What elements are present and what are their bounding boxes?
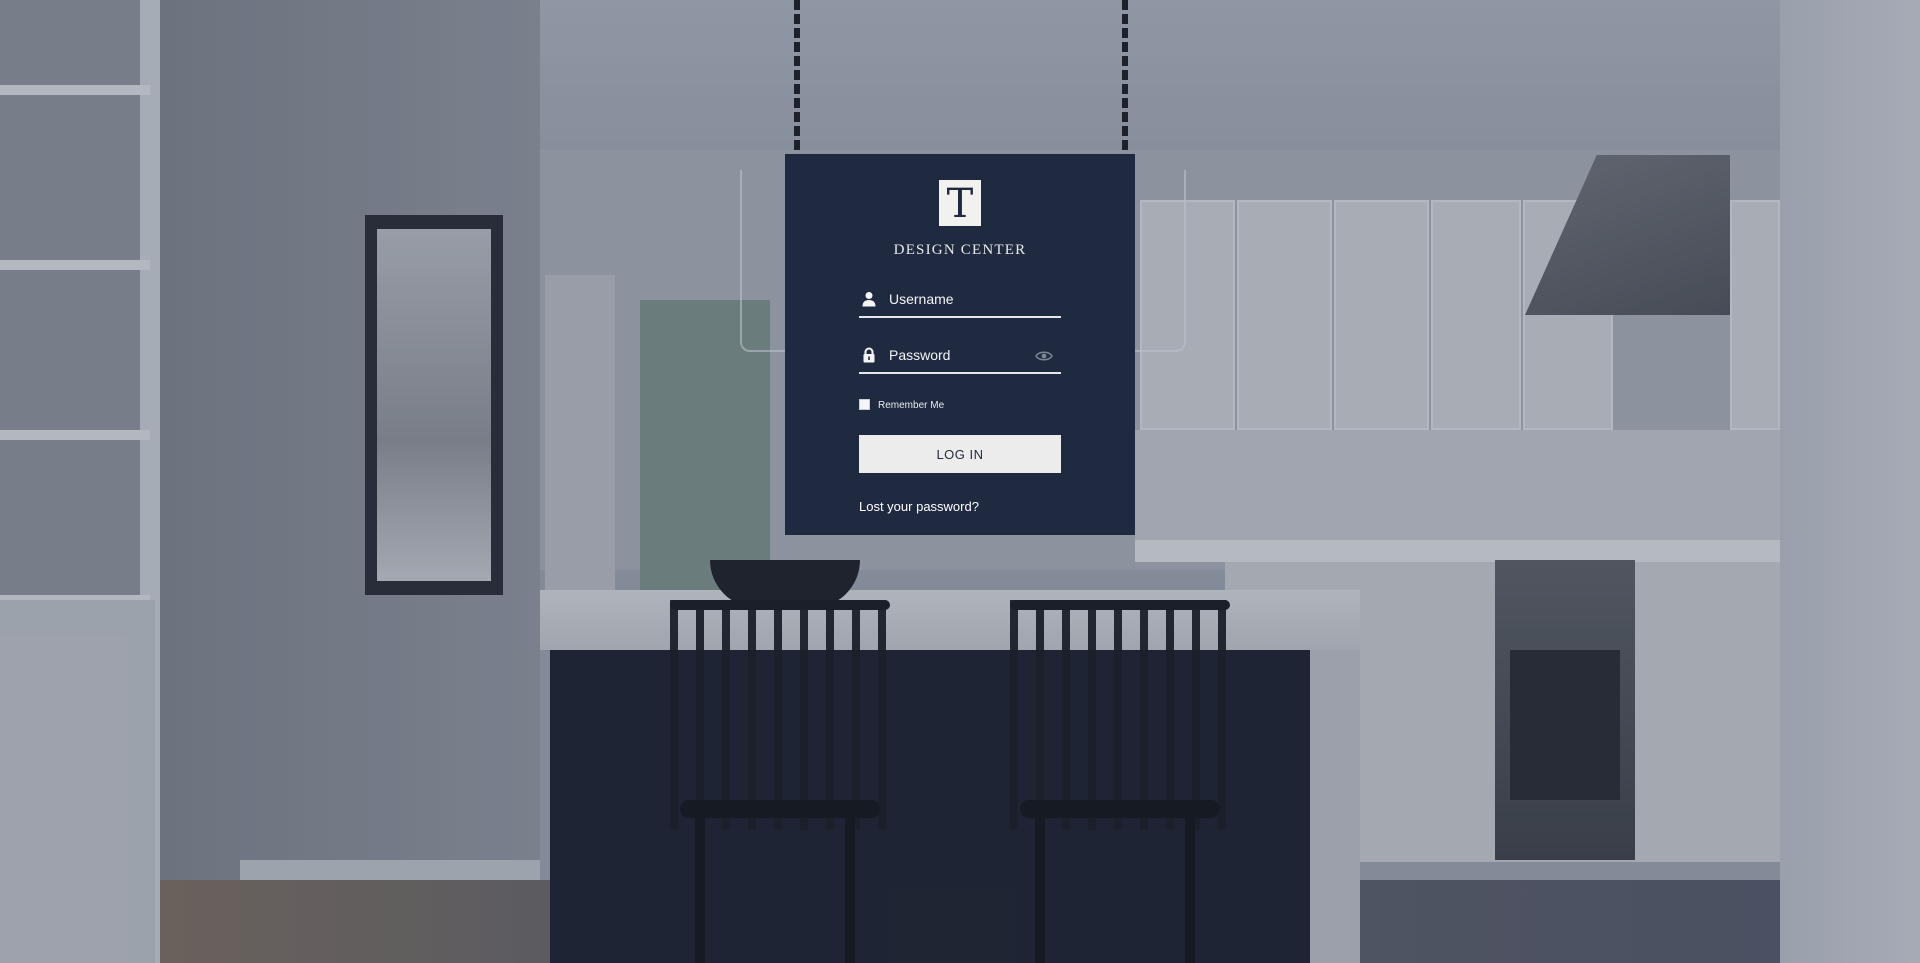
brand-logo: T (939, 180, 981, 226)
username-field (859, 284, 1061, 318)
eye-icon[interactable] (1035, 350, 1053, 362)
user-icon (862, 292, 876, 307)
username-input[interactable] (889, 288, 1029, 310)
login-panel: T DESIGN CENTER Remember Me (785, 154, 1135, 535)
remember-me-label[interactable]: Remember Me (878, 400, 944, 411)
remember-me-checkbox[interactable] (859, 399, 870, 410)
password-field (859, 340, 1061, 374)
remember-me: Remember Me (859, 398, 944, 411)
logo-letter: T (946, 181, 974, 227)
brand-name: DESIGN CENTER (893, 242, 1027, 258)
login-button[interactable]: LOG IN (859, 435, 1061, 473)
lock-icon (863, 347, 875, 363)
lost-password-link[interactable]: Lost your password? (859, 499, 979, 514)
password-input[interactable] (889, 344, 1029, 366)
